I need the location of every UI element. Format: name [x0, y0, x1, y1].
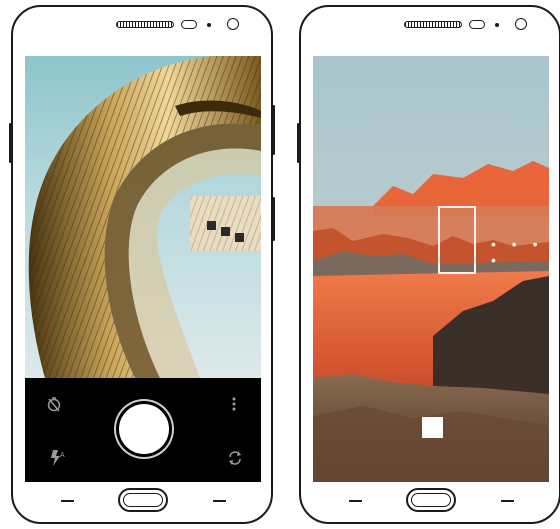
phone-right: • • • • — [297, 5, 560, 524]
timer-off-icon[interactable] — [46, 396, 62, 415]
panorama-target-frame — [438, 206, 476, 274]
volume-down-button — [272, 197, 275, 241]
flash-auto-icon[interactable]: A — [49, 450, 67, 469]
camera-viewfinder[interactable] — [25, 56, 261, 378]
earpiece-speaker — [404, 21, 462, 28]
power-button — [297, 123, 300, 163]
front-camera — [227, 18, 239, 30]
camera-controls: A — [25, 378, 261, 482]
home-button[interactable] — [406, 488, 456, 512]
nav-back-button[interactable] — [349, 500, 362, 502]
proximity-sensor — [469, 20, 485, 29]
panorama-guide-dots: • • • • — [491, 236, 544, 268]
stop-square-icon[interactable] — [422, 417, 443, 438]
power-button — [9, 123, 12, 163]
volume-up-button — [272, 105, 275, 155]
nav-recents-button[interactable] — [213, 500, 226, 502]
svg-text:A: A — [60, 452, 65, 459]
viewfinder-image — [28, 56, 261, 378]
screen-panorama: • • • • — [313, 56, 549, 482]
more-vert-icon[interactable] — [231, 396, 237, 415]
home-button[interactable] — [118, 488, 168, 512]
phone-left: A — [9, 5, 275, 524]
front-camera — [515, 18, 527, 30]
screen-camera: A — [25, 56, 261, 482]
light-sensor — [495, 23, 499, 27]
nav-recents-button[interactable] — [501, 500, 514, 502]
switch-camera-icon[interactable] — [227, 450, 243, 469]
nav-back-button[interactable] — [61, 500, 74, 502]
light-sensor — [207, 23, 211, 27]
proximity-sensor — [181, 20, 197, 29]
shutter-button[interactable] — [119, 404, 169, 454]
earpiece-speaker — [116, 21, 174, 28]
